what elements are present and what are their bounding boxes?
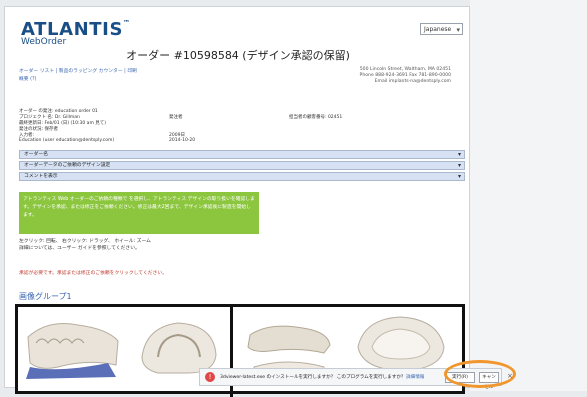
close-icon[interactable]: ×	[507, 372, 513, 380]
chevron-down-icon: ▾	[456, 26, 460, 34]
order-details: オーダー の発注: education order 01 プロジェクト 名: D…	[19, 109, 343, 143]
section-design-settings[interactable]: オーダーデータのご依頼のデザイン設定 ▾	[19, 161, 465, 170]
warning-shield-icon: !	[205, 372, 215, 382]
page-title: オーダー #10598584 (デザイン承認の保留)	[126, 49, 350, 62]
image-group-title: 画像グループ1	[19, 292, 72, 301]
expand-icon: ▾	[457, 162, 461, 169]
screen: ATLANTIS™ WebOrder Japanese ▾ オーダー #1059…	[0, 0, 587, 397]
contact-address: 500 Lincoln Street, Waltham, MA 02451 Ph…	[359, 67, 451, 84]
more-info-link[interactable]: 詳細情報	[406, 374, 424, 380]
section-comments[interactable]: コメントを表示 ▾	[19, 172, 465, 181]
section-order-name[interactable]: オーダー名 ▾	[19, 150, 465, 159]
expand-icon: ▾	[457, 151, 461, 158]
expand-icon: ▾	[457, 173, 461, 180]
jaw-model-image-1[interactable]	[22, 311, 122, 383]
instruction-note: アトランティス Web オーダーのご依頼の種類で を選択し、アトランティス デザ…	[19, 192, 259, 234]
atlantis-logo: ATLANTIS™ WebOrder	[21, 19, 131, 47]
approval-warning: 承認が必要です。承認または修正のご依頼をクリックしてください。	[19, 271, 167, 276]
summary-link[interactable]: 概要 (?)	[19, 75, 36, 82]
viewer-help: 左クリック: 回転、 右クリック: ドラッグ、 ホイール: ズーム 詳細について…	[19, 239, 151, 251]
breadcrumb[interactable]: オーダー リスト | 製品のラッピング カウンター | 印刷	[19, 67, 137, 74]
language-select[interactable]: Japanese ▾	[420, 23, 463, 35]
highlight-ring	[444, 360, 516, 388]
order-page: ATLANTIS™ WebOrder Japanese ▾ オーダー #1059…	[4, 6, 470, 397]
browser-background	[470, 0, 587, 391]
